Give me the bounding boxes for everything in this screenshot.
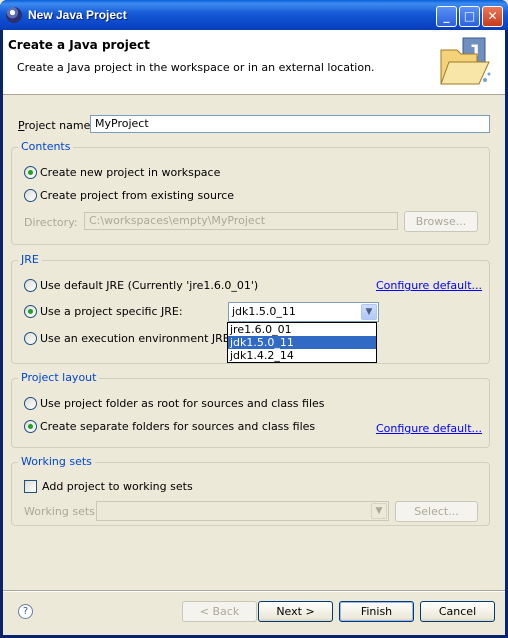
- project-name-label: Project name:: [18, 119, 95, 132]
- java-project-wizard-icon: J: [440, 37, 491, 85]
- dialog-window: New Java Project _ □ ✕ Create a Java pro…: [0, 0, 508, 638]
- jre-option[interactable]: jre1.6.0_01: [228, 323, 376, 336]
- execution-env-radio[interactable]: [24, 332, 37, 345]
- maximize-icon[interactable]: □: [459, 6, 480, 27]
- configure-jre-link[interactable]: Configure default...: [376, 279, 482, 292]
- working-sets-label: Working sets:: [24, 505, 99, 518]
- root-layout-label[interactable]: Use project folder as root for sources a…: [40, 397, 325, 410]
- default-jre-label[interactable]: Use default JRE (Currently 'jre1.6.0_01'…: [40, 279, 258, 292]
- finish-button[interactable]: Finish: [339, 601, 414, 622]
- create-existing-radio[interactable]: [24, 189, 37, 202]
- dialog-client-area: Create a Java project Create a Java proj…: [3, 30, 505, 635]
- working-sets-select[interactable]: ▼: [96, 501, 389, 521]
- chevron-down-icon[interactable]: ▼: [361, 304, 377, 320]
- chevron-down-icon[interactable]: ▼: [371, 503, 387, 519]
- footer-separator: [3, 590, 505, 592]
- add-working-sets-label[interactable]: Add project to working sets: [42, 480, 193, 493]
- jre-dropdown-list: jre1.6.0_01 jdk1.5.0_11 jdk1.4.2_14: [227, 322, 377, 363]
- back-button[interactable]: < Back: [182, 601, 257, 622]
- page-title: Create a Java project: [8, 38, 150, 52]
- jre-option-selected[interactable]: jdk1.5.0_11: [228, 336, 376, 349]
- default-jre-radio[interactable]: [24, 279, 37, 292]
- jre-group-title: JRE: [18, 253, 42, 266]
- specific-jre-label[interactable]: Use a project specific JRE:: [40, 305, 183, 318]
- jre-option[interactable]: jdk1.4.2_14: [228, 349, 376, 362]
- browse-button[interactable]: Browse...: [404, 211, 478, 232]
- eclipse-icon: [6, 7, 22, 23]
- wizard-banner: Create a Java project Create a Java proj…: [3, 30, 505, 95]
- root-layout-radio[interactable]: [24, 397, 37, 410]
- help-icon[interactable]: ?: [18, 604, 33, 619]
- next-button[interactable]: Next >: [258, 601, 333, 622]
- jre-select-value: jdk1.5.0_11: [232, 305, 296, 318]
- execution-env-label[interactable]: Use an execution environment JRE:: [40, 332, 233, 345]
- select-working-sets-button[interactable]: Select...: [395, 501, 478, 522]
- project-layout-group: Project layout Use project folder as roo…: [11, 371, 490, 448]
- add-working-sets-checkbox[interactable]: [24, 480, 37, 493]
- separate-folders-label[interactable]: Create separate folders for sources and …: [40, 420, 315, 433]
- window-title: New Java Project: [28, 8, 127, 22]
- title-bar[interactable]: New Java Project _ □ ✕: [0, 0, 508, 30]
- directory-label: Directory:: [24, 216, 78, 229]
- working-sets-group: Working sets Add project to working sets…: [11, 455, 490, 526]
- contents-group: Contents Create new project in workspace…: [11, 140, 490, 245]
- specific-jre-radio[interactable]: [24, 305, 37, 318]
- project-layout-group-title: Project layout: [18, 371, 100, 384]
- create-new-label[interactable]: Create new project in workspace: [40, 166, 220, 179]
- minimize-icon[interactable]: _: [436, 6, 457, 27]
- create-existing-label[interactable]: Create project from existing source: [40, 189, 234, 202]
- contents-group-title: Contents: [18, 140, 74, 153]
- jre-select[interactable]: jdk1.5.0_11 ▼: [228, 302, 379, 322]
- directory-input[interactable]: C:\workspaces\empty\MyProject: [84, 212, 398, 230]
- project-name-input[interactable]: MyProject: [90, 115, 490, 133]
- page-description: Create a Java project in the workspace o…: [17, 61, 375, 74]
- cancel-button[interactable]: Cancel: [420, 601, 495, 622]
- working-sets-group-title: Working sets: [18, 455, 95, 468]
- separate-folders-radio[interactable]: [24, 420, 37, 433]
- close-icon[interactable]: ✕: [482, 6, 503, 27]
- create-new-radio[interactable]: [24, 166, 37, 179]
- configure-layout-link[interactable]: Configure default...: [376, 422, 482, 435]
